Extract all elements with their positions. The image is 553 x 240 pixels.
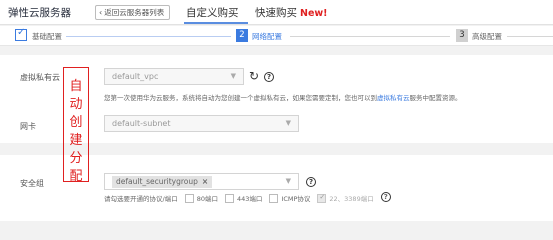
help-icon[interactable]: ? — [380, 192, 391, 202]
tab-quick-purchase-label: 快速购买 — [255, 7, 297, 19]
chevron-left-icon: ‹ — [99, 8, 103, 17]
step-number-2: 2 — [236, 29, 248, 42]
annotation-char: 建 — [69, 133, 83, 148]
step-advanced-config-label: 高级配置 — [472, 32, 502, 41]
step-connector — [507, 36, 553, 37]
checkbox-port-22-3389[interactable] — [317, 193, 327, 203]
help-icon[interactable]: ? — [264, 71, 274, 82]
step-connector — [290, 36, 450, 37]
security-group-tag: default_securitygroup × — [112, 176, 213, 188]
ports-prompt: 请勾选要开通的协议/端口 — [104, 195, 178, 203]
tab-custom-purchase[interactable]: 自定义购买 — [186, 5, 239, 20]
annotation-char: 分 — [69, 151, 83, 166]
new-badge: New! — [300, 8, 328, 19]
port-443-label: 443端口 — [236, 195, 263, 203]
port-22-3389-label: 22、3389端口 — [329, 195, 374, 203]
annotation-char: 创 — [69, 115, 83, 130]
check-icon: ✓ — [17, 27, 26, 38]
step-progress: ✓ 基础配置 2 网络配置 3 高级配置 — [0, 26, 553, 46]
vpc-label: 虚拟私有云 — [20, 73, 60, 82]
icmp-label: ICMP协议 — [281, 195, 311, 203]
help-icon[interactable]: ? — [306, 176, 316, 187]
annotation-char: 自 — [69, 79, 83, 94]
auto-allocate-annotation: 自 动 创 建 分 配 — [63, 67, 89, 184]
security-group-tag-label: default_securitygroup — [116, 177, 198, 186]
tab-quick-purchase[interactable]: 快速购买 New! — [255, 5, 328, 20]
close-icon[interactable]: × — [202, 177, 208, 186]
chevron-down-icon: ▼ — [285, 177, 291, 185]
checkbox-port-80[interactable] — [184, 193, 194, 203]
active-tab-underline — [184, 22, 248, 24]
vpc-select-value: default_vpc — [112, 72, 159, 81]
step-basic-config-done[interactable]: ✓ — [15, 27, 27, 41]
vpc-select[interactable]: default_vpc ▼ — [104, 68, 244, 85]
chevron-down-icon: ▼ — [230, 72, 236, 80]
port-80-label: 80端口 — [196, 195, 218, 203]
chevron-down-icon: ▼ — [285, 119, 291, 127]
back-to-list-button[interactable]: ‹ 返回云服务器列表 — [95, 5, 171, 20]
step-network-config-label: 网络配置 — [252, 32, 282, 41]
nic-label: 网卡 — [20, 122, 36, 131]
step-number-3: 3 — [456, 29, 468, 42]
nic-select[interactable]: default-subnet ▼ — [104, 115, 299, 132]
vpc-hint-suffix: 服务中配置资源。 — [409, 94, 462, 102]
top-bar: 弹性云服务器 ‹ 返回云服务器列表 自定义购买 快速购买 New! — [0, 0, 553, 25]
annotation-char: 配 — [69, 169, 83, 184]
back-button-label: 返回云服务器列表 — [104, 8, 165, 17]
step-basic-config-label[interactable]: 基础配置 — [32, 31, 62, 42]
vpc-hint: 您第一次使用华为云服务，系统将自动为您创建一个虚拟私有云，如果您需要定制，您也可… — [104, 92, 462, 102]
vpc-hint-text: 您第一次使用华为云服务，系统将自动为您创建一个虚拟私有云，如果您需要定制，您也可… — [104, 94, 377, 102]
security-group-label: 安全组 — [20, 179, 44, 188]
security-group-select[interactable]: default_securitygroup × ▼ — [104, 173, 299, 190]
checkbox-port-443[interactable] — [224, 193, 234, 203]
step-connector — [66, 36, 231, 37]
checkbox-icmp[interactable] — [269, 193, 279, 203]
annotation-char: 动 — [69, 97, 83, 112]
nic-select-value: default-subnet — [112, 119, 171, 128]
app-title: 弹性云服务器 — [8, 7, 71, 19]
vpc-service-link[interactable]: 虚拟私有云 — [377, 94, 410, 102]
port-options: 请勾选要开通的协议/端口 80端口 443端口 ICMP协议 22、3389端口? — [104, 192, 391, 205]
refresh-icon[interactable]: ↻ — [249, 69, 259, 83]
